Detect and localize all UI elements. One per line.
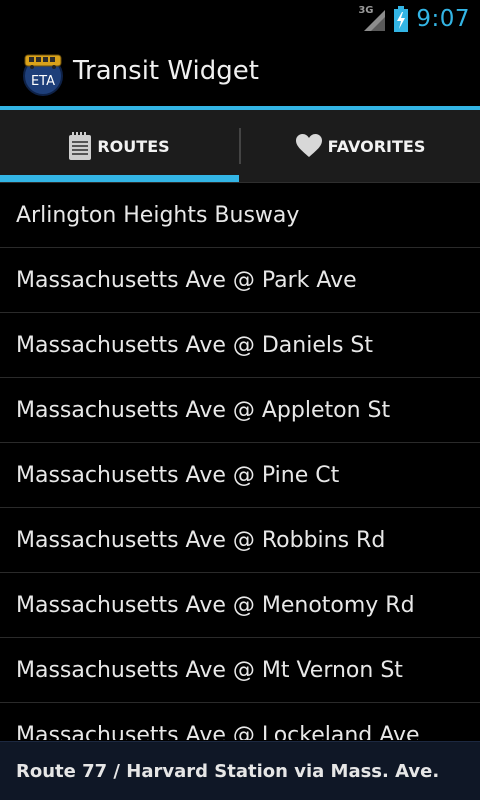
list-item[interactable]: Massachusetts Ave @ Robbins Rd [0,508,480,573]
tab-bar: ROUTES FAVORITES [0,110,480,183]
signal-icon: 3G [358,6,386,32]
list-item[interactable]: Arlington Heights Busway [0,183,480,248]
list-item[interactable]: Massachusetts Ave @ Lockeland Ave [0,703,480,741]
stop-list[interactable]: Arlington Heights Busway Massachusetts A… [0,183,480,740]
list-item[interactable]: Massachusetts Ave @ Mt Vernon St [0,638,480,703]
list-item[interactable]: Massachusetts Ave @ Menotomy Rd [0,573,480,638]
heart-icon [295,134,322,157]
list-item[interactable]: Massachusetts Ave @ Pine Ct [0,443,480,508]
route-footer: Route 77 / Harvard Station via Mass. Ave… [0,741,480,800]
tab-routes-label: ROUTES [97,136,170,156]
tab-routes[interactable]: ROUTES [0,110,239,182]
route-label: Route 77 / Harvard Station via Mass. Ave… [16,760,440,782]
list-item[interactable]: Massachusetts Ave @ Park Ave [0,248,480,313]
eta-bus-logo-icon[interactable]: ETA [20,50,66,96]
tab-favorites[interactable]: FAVORITES [241,110,480,182]
selected-tab-indicator [0,175,239,182]
action-bar: ETA Transit Widget [0,38,480,110]
app-screen: 3G 9:07 ETA Transit Widget ROUTES FAVORI… [0,0,480,800]
app-title: Transit Widget [73,56,259,86]
battery-charging-icon [394,6,409,32]
logo-text: ETA [31,74,55,89]
clock: 9:07 [416,6,470,32]
notepad-icon [69,132,92,160]
list-item[interactable]: Massachusetts Ave @ Daniels St [0,313,480,378]
tab-favorites-label: FAVORITES [327,136,426,156]
status-bar: 3G 9:07 [0,0,480,38]
list-item[interactable]: Massachusetts Ave @ Appleton St [0,378,480,443]
status-icons: 3G 9:07 [358,0,470,38]
